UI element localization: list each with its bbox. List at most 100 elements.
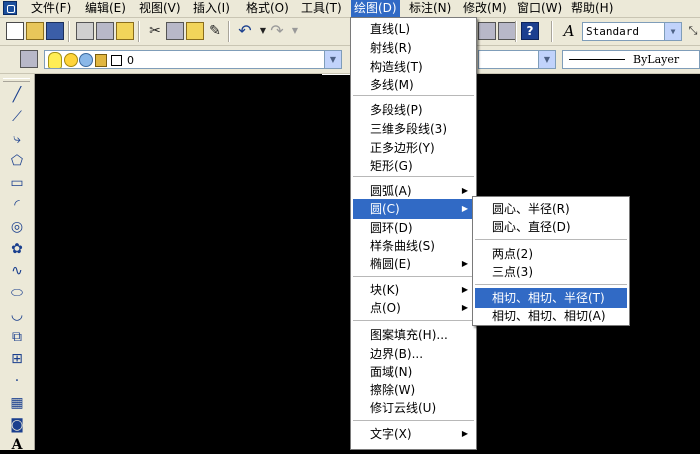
- redo-dropdown-icon[interactable]: ▼: [286, 22, 304, 40]
- text-style-value: Standard: [586, 25, 639, 38]
- tool-palette-icon[interactable]: [478, 22, 496, 40]
- dimension-style-icon[interactable]: ⤡: [684, 22, 700, 40]
- draw-menu-circle[interactable]: 圆(C) ▶: [353, 199, 474, 219]
- insert-block-icon[interactable]: ⧉: [8, 328, 26, 346]
- layer-manager-icon[interactable]: [20, 50, 38, 68]
- arc-icon[interactable]: ◜: [8, 196, 26, 214]
- layer-name: 0: [127, 54, 134, 67]
- menu-separator: [353, 320, 474, 322]
- color-select[interactable]: ▼: [478, 50, 556, 69]
- draw-menu-polygon[interactable]: 正多边形(Y): [353, 138, 474, 158]
- menu-view[interactable]: 视图(V): [136, 0, 184, 17]
- layer-thaw-icon: [64, 53, 78, 67]
- circle-tan-tan-tan[interactable]: 相切、相切、相切(A): [475, 306, 627, 326]
- line-icon[interactable]: ╱: [8, 86, 26, 104]
- circle-tan-tan-radius[interactable]: 相切、相切、半径(T): [475, 288, 627, 308]
- linetype-select[interactable]: ByLayer: [562, 50, 700, 69]
- menu-modify[interactable]: 修改(M): [460, 0, 510, 17]
- draw-menu-block-label: 块(K): [370, 283, 400, 297]
- text-style-icon[interactable]: A: [560, 22, 578, 40]
- redo-icon[interactable]: ↷: [268, 22, 286, 40]
- draw-menu-spline[interactable]: 样条曲线(S): [353, 236, 474, 256]
- ellipse-arc-icon[interactable]: ◡: [8, 306, 26, 324]
- draw-menu-construction-line[interactable]: 构造线(T): [353, 57, 474, 77]
- draw-menu-donut[interactable]: 圆环(D): [353, 218, 474, 238]
- point-icon[interactable]: ·: [8, 372, 26, 390]
- draw-menu-line[interactable]: 直线(L): [353, 19, 474, 39]
- chevron-down-icon[interactable]: ▼: [324, 51, 341, 68]
- layer-lock-icon: [95, 54, 107, 67]
- chevron-right-icon: ▶: [461, 204, 468, 213]
- rectangle-icon[interactable]: ▭: [8, 174, 26, 192]
- menu-help[interactable]: 帮助(H): [568, 0, 616, 17]
- draw-menu-boundary[interactable]: 边界(B)...: [353, 344, 474, 364]
- make-block-icon[interactable]: ⊞: [8, 350, 26, 368]
- draw-menu-rectangle[interactable]: 矩形(G): [353, 156, 474, 176]
- publish-icon[interactable]: [116, 22, 134, 40]
- draw-menu: 直线(L) 射线(R) 构造线(T) 多线(M) 多段线(P) 三维多段线(3)…: [350, 17, 477, 450]
- revision-cloud-icon[interactable]: ✿: [8, 240, 26, 258]
- menu-separator: [475, 239, 627, 241]
- menu-bar: 文件(F) 编辑(E) 视图(V) 插入(I) 格式(O) 工具(T) 绘图(D…: [0, 0, 700, 18]
- menu-draw[interactable]: 绘图(D): [351, 0, 400, 17]
- chevron-down-icon[interactable]: ▼: [538, 51, 555, 68]
- menu-tools[interactable]: 工具(T): [298, 0, 345, 17]
- draw-menu-revision-cloud[interactable]: 修订云线(U): [353, 398, 474, 418]
- chevron-down-icon[interactable]: ▼: [664, 23, 681, 40]
- draw-menu-multiline[interactable]: 多线(M): [353, 75, 474, 95]
- hatch-icon[interactable]: ▦: [8, 394, 26, 412]
- circle-center-radius[interactable]: 圆心、半径(R): [475, 199, 627, 219]
- circle-icon[interactable]: ◎: [8, 218, 26, 236]
- circle-three-point[interactable]: 三点(3): [475, 262, 627, 282]
- draw-toolbar: ╱ ⟋ ⤷ ⬠ ▭ ◜ ◎ ✿ ∿ ⬭ ◡ ⧉ ⊞ · ▦ ◙ A: [0, 74, 35, 453]
- print-preview-icon[interactable]: [96, 22, 114, 40]
- menu-insert[interactable]: 插入(I): [190, 0, 233, 17]
- linetype-value: ByLayer: [633, 53, 680, 66]
- toolbar-grip[interactable]: [3, 78, 30, 82]
- draw-menu-ray[interactable]: 射线(R): [353, 38, 474, 58]
- circle-center-diameter[interactable]: 圆心、直径(D): [475, 217, 627, 237]
- draw-menu-point[interactable]: 点(O) ▶: [353, 298, 474, 318]
- draw-menu-block[interactable]: 块(K) ▶: [353, 280, 474, 300]
- region-icon[interactable]: ◙: [8, 416, 26, 434]
- draw-menu-text-label: 文字(X): [370, 427, 412, 441]
- draw-menu-polyline[interactable]: 多段线(P): [353, 100, 474, 120]
- layer-color-icon: [111, 55, 122, 66]
- menu-format[interactable]: 格式(O): [243, 0, 292, 17]
- ellipse-icon[interactable]: ⬭: [8, 284, 26, 302]
- draw-menu-region[interactable]: 面域(N): [353, 362, 474, 382]
- menu-file[interactable]: 文件(F): [28, 0, 74, 17]
- draw-menu-hatch[interactable]: 图案填充(H)...: [353, 325, 474, 345]
- copy-icon[interactable]: [166, 22, 184, 40]
- construction-line-icon[interactable]: ⟋: [8, 108, 26, 126]
- paste-icon[interactable]: [186, 22, 204, 40]
- multiline-text-icon[interactable]: A: [8, 436, 26, 454]
- draw-menu-arc-label: 圆弧(A): [370, 184, 412, 198]
- new-file-icon[interactable]: [6, 22, 24, 40]
- draw-menu-wipeout[interactable]: 擦除(W): [353, 380, 474, 400]
- menu-edit[interactable]: 编辑(E): [82, 0, 129, 17]
- markup-icon[interactable]: [498, 22, 516, 40]
- draw-menu-3d-polyline[interactable]: 三维多段线(3): [353, 119, 474, 139]
- menu-window[interactable]: 窗口(W): [514, 0, 565, 17]
- layer-select[interactable]: 0 ▼: [44, 50, 342, 69]
- print-icon[interactable]: [76, 22, 94, 40]
- cut-icon[interactable]: ✂: [146, 22, 164, 40]
- draw-menu-arc[interactable]: 圆弧(A) ▶: [353, 181, 474, 201]
- help-icon[interactable]: ?: [521, 22, 539, 40]
- app-icon[interactable]: [3, 1, 17, 15]
- undo-icon[interactable]: ↶: [236, 22, 254, 40]
- draw-menu-ellipse[interactable]: 椭圆(E) ▶: [353, 254, 474, 274]
- save-icon[interactable]: [46, 22, 64, 40]
- menu-dimension[interactable]: 标注(N): [406, 0, 454, 17]
- text-style-select[interactable]: Standard ▼: [582, 22, 682, 41]
- spline-icon[interactable]: ∿: [8, 262, 26, 280]
- draw-menu-text[interactable]: 文字(X) ▶: [353, 424, 474, 444]
- menu-separator: [353, 420, 474, 422]
- circle-two-point[interactable]: 两点(2): [475, 244, 627, 264]
- polygon-icon[interactable]: ⬠: [8, 152, 26, 170]
- chevron-right-icon: ▶: [461, 303, 468, 312]
- match-properties-icon[interactable]: ✎: [206, 22, 224, 40]
- open-file-icon[interactable]: [26, 22, 44, 40]
- polyline-icon[interactable]: ⤷: [8, 130, 26, 148]
